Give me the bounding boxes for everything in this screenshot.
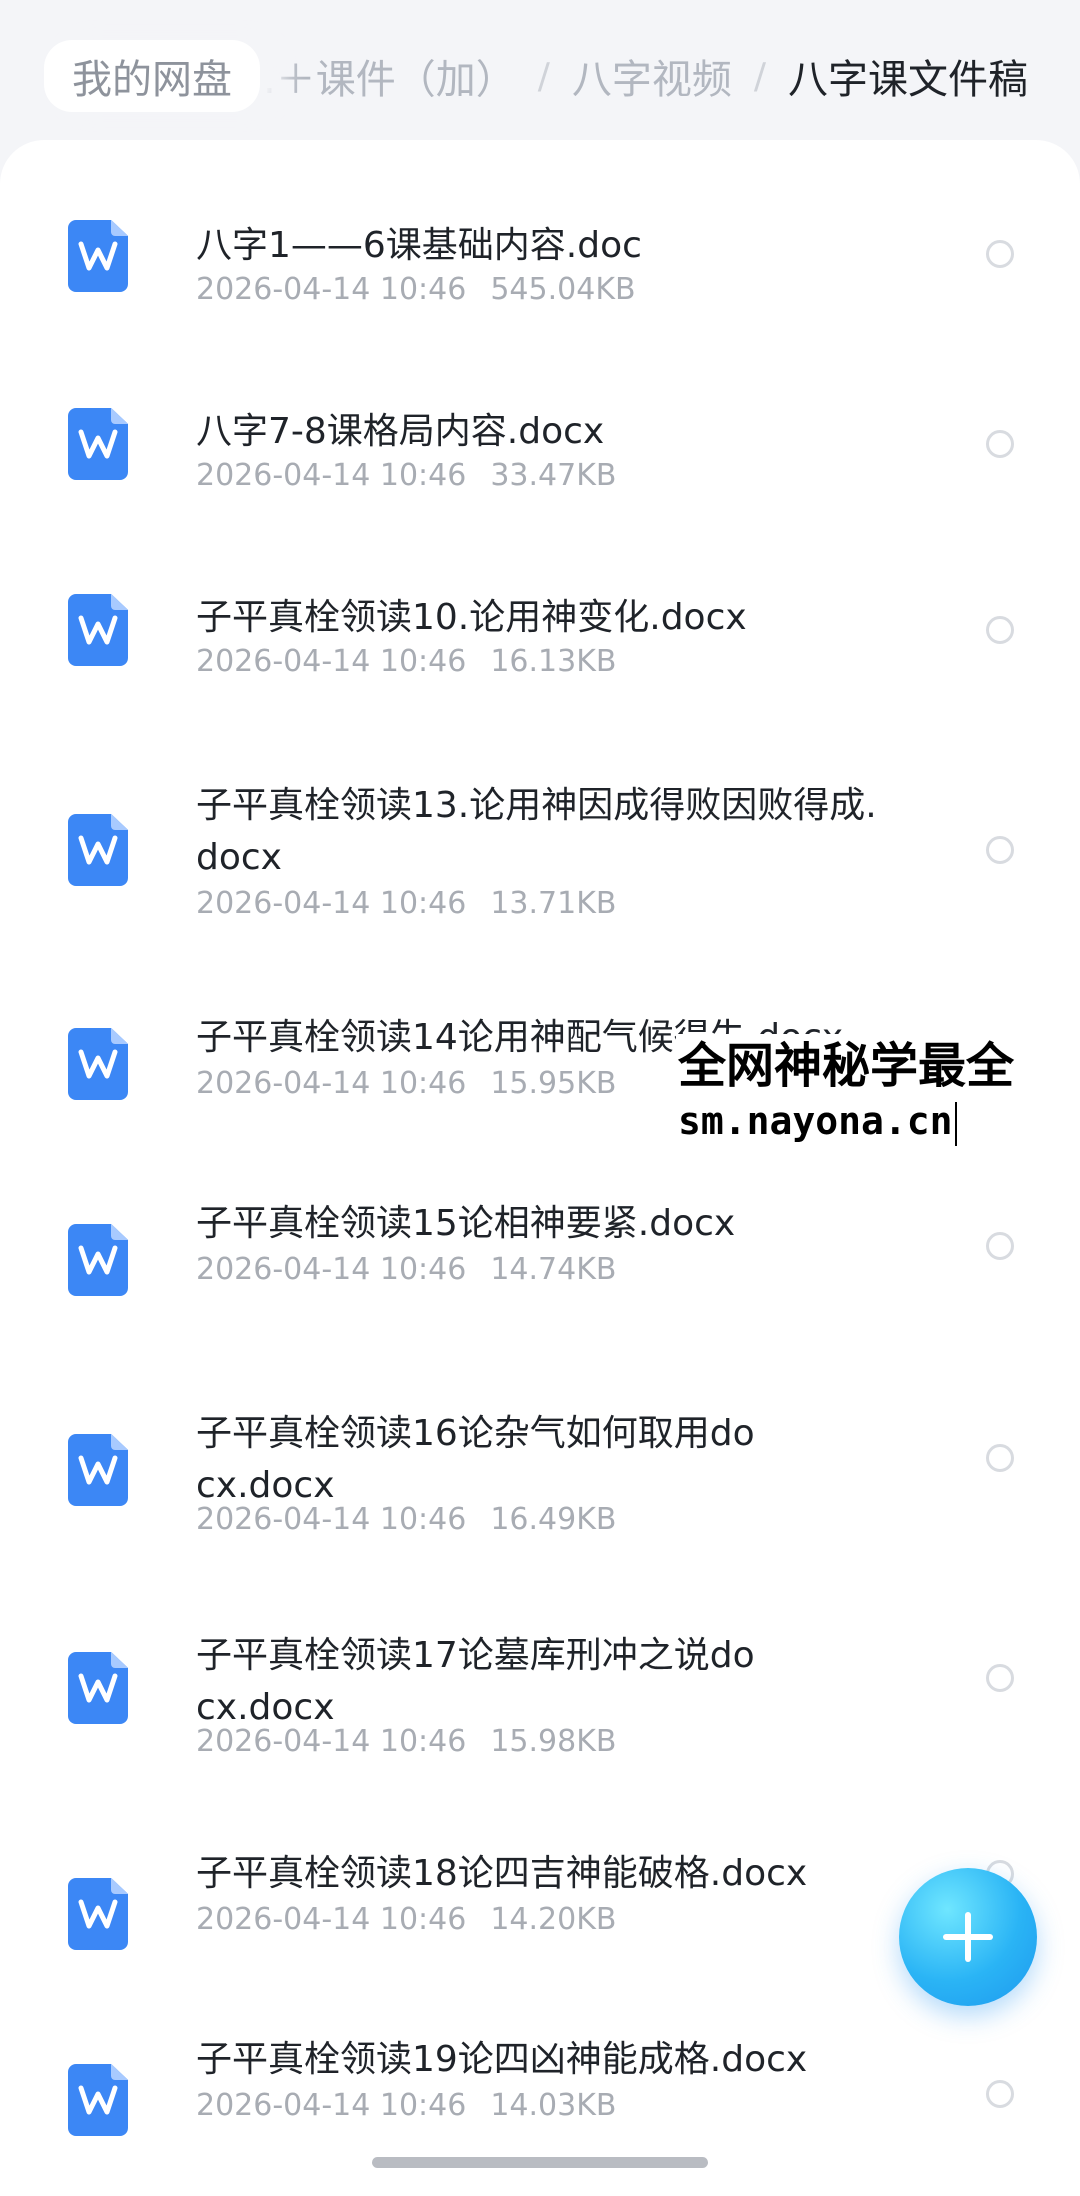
word-doc-icon <box>68 814 128 886</box>
breadcrumb-root-my-drive[interactable]: 我的网盘 <box>44 40 260 112</box>
file-size: 15.95KB <box>490 1066 617 1101</box>
file-meta: 2026-04-14 10:46 33.47KB <box>196 458 616 493</box>
file-name: 子平真栓领读10.论用神变化.docx <box>196 597 747 638</box>
file-size: 16.13KB <box>490 644 617 679</box>
file-date: 2026-04-14 10:46 <box>196 644 467 679</box>
file-name: 子平真栓领读19论四凶神能成格.docx <box>196 2039 808 2080</box>
breadcrumb-separator: / <box>753 55 766 97</box>
breadcrumb-separator: / <box>537 55 550 97</box>
breadcrumb-item-courseware[interactable]: ＋课件（加） <box>276 47 516 105</box>
breadcrumb-item-bazi-video[interactable]: 八字视频 <box>572 47 732 105</box>
word-doc-icon <box>68 594 128 666</box>
radio-circle-icon[interactable] <box>986 1444 1014 1472</box>
file-date: 2026-04-14 10:46 <box>196 1724 467 1759</box>
file-meta: 2026-04-14 10:46 13.71KB <box>196 886 616 921</box>
file-size: 14.74KB <box>490 1252 617 1287</box>
file-meta: 2026-04-14 10:46 16.13KB <box>196 644 616 679</box>
breadcrumb-current-folder: 八字课文件稿 <box>788 57 1028 103</box>
file-date: 2026-04-14 10:46 <box>196 886 467 921</box>
file-date: 2026-04-14 10:46 <box>196 272 467 307</box>
word-doc-icon <box>68 408 128 480</box>
radio-circle-icon[interactable] <box>986 836 1014 864</box>
radio-circle-icon[interactable] <box>986 1664 1014 1692</box>
radio-circle-icon[interactable] <box>986 2080 1014 2108</box>
watermark-url: sm.nayona.cn <box>678 1098 1080 1146</box>
file-date: 2026-04-14 10:46 <box>196 2088 467 2123</box>
word-doc-icon <box>68 220 128 292</box>
file-meta: 2026-04-14 10:46 15.95KB <box>196 1066 616 1101</box>
watermark-overlay: 全网神秘学最全 sm.nayona.cn <box>676 1034 1080 1152</box>
file-meta: 2026-04-14 10:46 545.04KB <box>196 272 636 307</box>
file-meta: 2026-04-14 10:46 15.98KB <box>196 1724 616 1759</box>
radio-circle-icon[interactable] <box>986 240 1014 268</box>
word-doc-icon <box>68 1028 128 1100</box>
file-name: 子平真栓领读18论四吉神能破格.docx <box>196 1853 808 1894</box>
file-name: 子平真栓领读16论杂气如何取用docx.docx <box>196 1413 755 1506</box>
file-size: 14.20KB <box>490 1902 617 1937</box>
file-date: 2026-04-14 10:46 <box>196 1502 467 1537</box>
word-doc-icon <box>68 1224 128 1296</box>
file-date: 2026-04-14 10:46 <box>196 1902 467 1937</box>
word-doc-icon <box>68 2064 128 2136</box>
file-meta: 2026-04-14 10:46 14.03KB <box>196 2088 616 2123</box>
file-size: 33.47KB <box>490 458 617 493</box>
home-indicator[interactable] <box>372 2157 708 2168</box>
word-doc-icon <box>68 1434 128 1506</box>
file-date: 2026-04-14 10:46 <box>196 458 467 493</box>
radio-circle-icon[interactable] <box>986 616 1014 644</box>
radio-circle-icon[interactable] <box>986 1232 1014 1260</box>
word-doc-icon <box>68 1878 128 1950</box>
file-date: 2026-04-14 10:46 <box>196 1066 467 1101</box>
file-size: 15.98KB <box>490 1724 617 1759</box>
radio-circle-icon[interactable] <box>986 430 1014 458</box>
file-name: 子平真栓领读15论相神要紧.docx <box>196 1203 736 1244</box>
file-name: 子平真栓领读13.论用神因成得败因败得成.docx <box>196 785 877 878</box>
breadcrumb: 我的网盘 频2... ＋课件（加） / 八字视频 / 八字课文件稿 <box>0 0 1080 150</box>
file-name: 子平真栓领读17论墓库刑冲之说docx.docx <box>196 1635 755 1728</box>
file-size: 13.71KB <box>490 886 617 921</box>
file-size: 16.49KB <box>490 1502 617 1537</box>
file-date: 2026-04-14 10:46 <box>196 1252 467 1287</box>
file-meta: 2026-04-14 10:46 16.49KB <box>196 1502 616 1537</box>
file-name: 八字7-8课格局内容.docx <box>196 411 605 452</box>
file-meta: 2026-04-14 10:46 14.20KB <box>196 1902 616 1937</box>
add-button[interactable] <box>899 1868 1037 2006</box>
file-size: 14.03KB <box>490 2088 617 2123</box>
breadcrumb-path: 频2... ＋课件（加） / 八字视频 / 八字课文件稿 <box>172 40 1028 112</box>
word-doc-icon <box>68 1652 128 1724</box>
file-name: 八字1——6课基础内容.doc <box>196 225 642 266</box>
file-meta: 2026-04-14 10:46 14.74KB <box>196 1252 616 1287</box>
file-size: 545.04KB <box>490 272 636 307</box>
watermark-title: 全网神秘学最全 <box>678 1038 1015 1094</box>
